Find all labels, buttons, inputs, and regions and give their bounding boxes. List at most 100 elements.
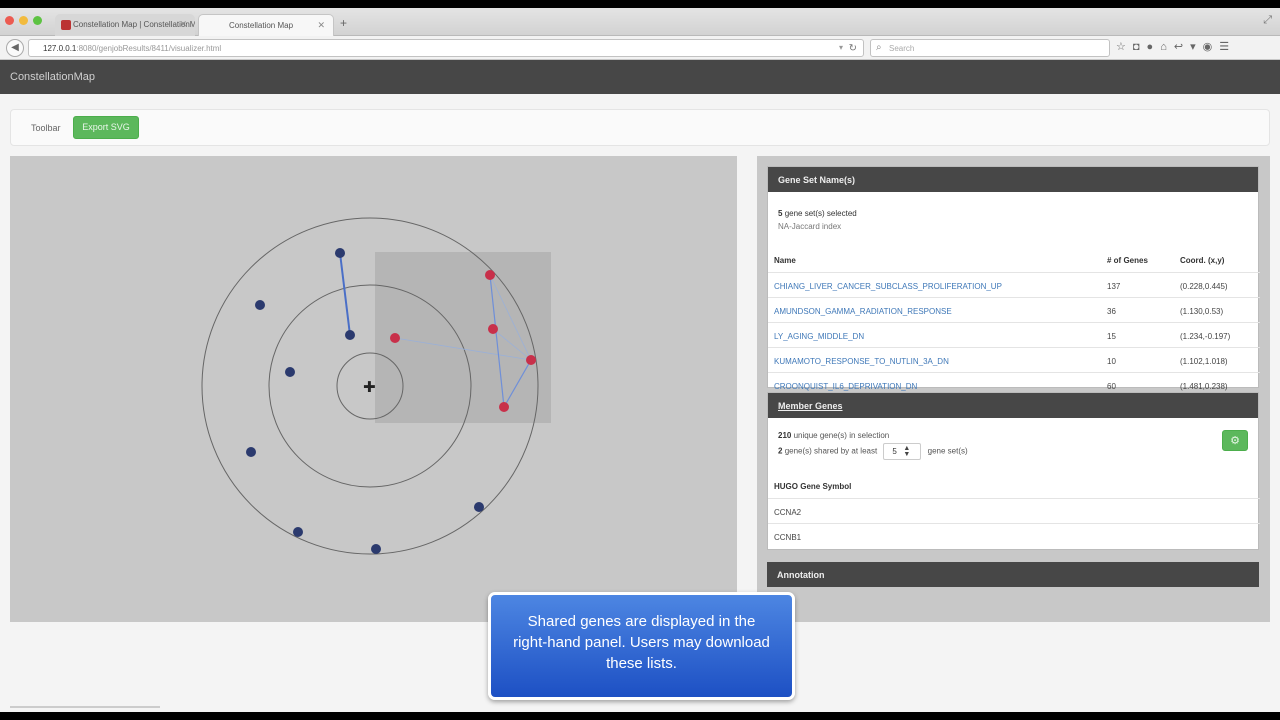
app-title[interactable]: ConstellationMap xyxy=(10,71,95,83)
gene-set-node[interactable] xyxy=(371,544,381,554)
gene-set-link[interactable]: CROONQUIST_IL6_DEPRIVATION_DN xyxy=(774,382,917,391)
gene-set-table: Name # of Genes Coord. (x,y) CHIANG_LIVE… xyxy=(768,247,1260,397)
browser-tab-1[interactable]: Constellation Map | ConstellationMap ✕ xyxy=(55,14,195,36)
browser-tab-2[interactable]: Constellation Map ✕ xyxy=(198,14,334,36)
selected-gene-set-node[interactable] xyxy=(499,402,509,412)
column-header-symbol[interactable]: HUGO Gene Symbol xyxy=(774,482,851,491)
annotation-card-title[interactable]: Annotation xyxy=(767,562,1259,587)
selected-gene-set-node[interactable] xyxy=(390,333,400,343)
tutorial-callout: Shared genes are displayed in the right-… xyxy=(488,592,795,700)
zoom-window-button[interactable] xyxy=(33,16,42,25)
table-header: Name # of Genes Coord. (x,y) xyxy=(768,247,1260,272)
gene-set-link[interactable]: AMUNDSON_GAMMA_RADIATION_RESPONSE xyxy=(774,307,952,316)
share-icon[interactable]: ↩ xyxy=(1174,41,1190,53)
shared-genes-line: 2 gene(s) shared by at least 5 ▲ ▼ gene se… xyxy=(778,443,968,460)
download-genes-button[interactable]: ⚙ xyxy=(1222,430,1248,451)
scrollbar[interactable] xyxy=(10,706,160,708)
screenshot-icon[interactable]: ◘ xyxy=(1133,41,1147,53)
url-path: :8080/genjobResults/8411/visualizer.html xyxy=(76,44,222,53)
gene-set-link[interactable]: CHIANG_LIVER_CANCER_SUBCLASS_PROLIFERATI… xyxy=(774,282,1002,291)
gene-set-node[interactable] xyxy=(335,248,345,258)
details-panel: Gene Set Name(s) 5 gene set(s) selected … xyxy=(757,156,1270,622)
column-header-genes[interactable]: # of Genes xyxy=(1107,256,1148,265)
member-genes-card: Member Genes 210 unique gene(s) in selec… xyxy=(767,392,1260,550)
gene-count: 60 xyxy=(1107,382,1116,391)
toolbar-label: Toolbar xyxy=(31,123,61,133)
close-icon[interactable]: ✕ xyxy=(179,19,187,30)
new-tab-icon[interactable]: + xyxy=(340,16,347,30)
gene-symbol[interactable]: CCNA2 xyxy=(774,508,801,517)
app-header: ConstellationMap xyxy=(0,60,1280,94)
shared-gene-count: 2 xyxy=(778,446,783,456)
coordinate: (1.102,1.018) xyxy=(1180,357,1228,366)
search-input[interactable]: ⌕ Search xyxy=(870,39,1110,57)
home-icon[interactable]: ⌂ xyxy=(1160,41,1174,53)
chevron-down-icon[interactable]: ▾ xyxy=(1190,41,1203,53)
selected-gene-set-node[interactable] xyxy=(526,355,536,365)
column-header-name[interactable]: Name xyxy=(774,256,796,265)
star-icon[interactable]: ☆ xyxy=(1116,41,1133,53)
edge xyxy=(339,252,351,336)
gene-set-node[interactable] xyxy=(285,367,295,377)
gene-symbol[interactable]: CCNB1 xyxy=(774,533,801,542)
close-icon[interactable]: ✕ xyxy=(317,20,325,31)
gear-icon: ⚙ xyxy=(1230,435,1240,447)
microphone-icon[interactable]: ● xyxy=(1147,41,1161,53)
app-frame: Constellation Map | ConstellationMap ✕ C… xyxy=(0,8,1280,712)
gene-set-card-title: Gene Set Name(s) xyxy=(768,167,1258,192)
search-placeholder: Search xyxy=(889,44,915,53)
browser-toolbar-icons: ☆◘●⌂↩▾◉☰ xyxy=(1116,40,1236,53)
back-arrow-icon[interactable]: ◀ xyxy=(6,39,24,57)
gene-set-card: Gene Set Name(s) 5 gene set(s) selected … xyxy=(767,166,1260,391)
min-gene-sets-stepper[interactable]: 5 ▲ ▼ xyxy=(883,443,922,460)
stepper-arrows-icon[interactable]: ▲ ▼ xyxy=(903,445,910,458)
selected-gene-set-node[interactable] xyxy=(488,324,498,334)
url-host: 127.0.0.1 xyxy=(43,44,77,53)
gene-set-link[interactable]: KUMAMOTO_RESPONSE_TO_NUTLIN_3A_DN xyxy=(774,357,949,366)
table-row: LY_AGING_MIDDLE_DN 15 (1.234,-0.197) xyxy=(768,322,1260,347)
tab-label: Constellation Map | ConstellationMap xyxy=(73,20,195,29)
unique-gene-count: 210 xyxy=(778,431,792,440)
shared-gene-label: gene(s) shared by at least xyxy=(784,446,878,456)
annotation-card[interactable]: Annotation xyxy=(767,562,1259,587)
gene-set-node[interactable] xyxy=(474,502,484,512)
fullscreen-icon[interactable]: ⤢ xyxy=(1263,14,1272,27)
menu-icon[interactable]: ☰ xyxy=(1219,41,1236,53)
shared-gene-suffix: gene set(s) xyxy=(927,446,968,456)
member-genes-table: HUGO Gene Symbol CCNA2 CCNB1 xyxy=(768,473,1260,548)
center-crosshair-icon: ✚ xyxy=(363,378,376,396)
gene-set-node[interactable] xyxy=(246,447,256,457)
member-genes-title: Member Genes xyxy=(778,401,843,411)
gene-set-node[interactable] xyxy=(255,300,265,310)
column-header-coord[interactable]: Coord. (x,y) xyxy=(1180,256,1224,265)
reload-icon[interactable]: ↻ xyxy=(849,43,857,54)
min-gene-sets-value: 5 xyxy=(892,447,897,456)
gene-set-node[interactable] xyxy=(345,330,355,340)
address-bar[interactable]: 127.0.0.1:8080/genjobResults/8411/visual… xyxy=(28,39,864,57)
tab-label: Constellation Map xyxy=(229,21,294,30)
constellation-map[interactable]: ✚ xyxy=(10,156,737,622)
gene-set-node[interactable] xyxy=(293,527,303,537)
coordinate: (0.228,0.445) xyxy=(1180,282,1228,291)
chevron-down-icon[interactable]: ▾ xyxy=(839,43,843,52)
member-genes-card-title: Member Genes xyxy=(768,393,1258,418)
constellation-map-panel: ✚ xyxy=(10,156,737,622)
close-window-button[interactable] xyxy=(5,16,14,25)
gene-count: 36 xyxy=(1107,307,1116,316)
selected-gene-set-node[interactable] xyxy=(485,270,495,280)
gene-count: 15 xyxy=(1107,332,1116,341)
gene-count: 137 xyxy=(1107,282,1121,291)
table-row: KUMAMOTO_RESPONSE_TO_NUTLIN_3A_DN 10 (1.… xyxy=(768,347,1260,372)
gene-set-link[interactable]: LY_AGING_MIDDLE_DN xyxy=(774,332,864,341)
similarity-metric: NA-Jaccard index xyxy=(778,222,842,231)
table-row: CHIANG_LIVER_CANCER_SUBCLASS_PROLIFERATI… xyxy=(768,272,1260,297)
minimize-window-button[interactable] xyxy=(19,16,28,25)
toolbar: Toolbar Export SVG xyxy=(10,109,1270,146)
search-icon: ⌕ xyxy=(876,42,882,53)
coordinate: (1.481,0.238) xyxy=(1180,382,1228,391)
export-svg-button[interactable]: Export SVG xyxy=(73,116,139,139)
unique-genes-line: 210 unique gene(s) in selection xyxy=(778,431,889,440)
addon-icon[interactable]: ◉ xyxy=(1203,41,1220,53)
favicon-icon xyxy=(61,20,71,30)
gene-set-summary: 5 gene set(s) selected NA-Jaccard index xyxy=(778,207,857,233)
